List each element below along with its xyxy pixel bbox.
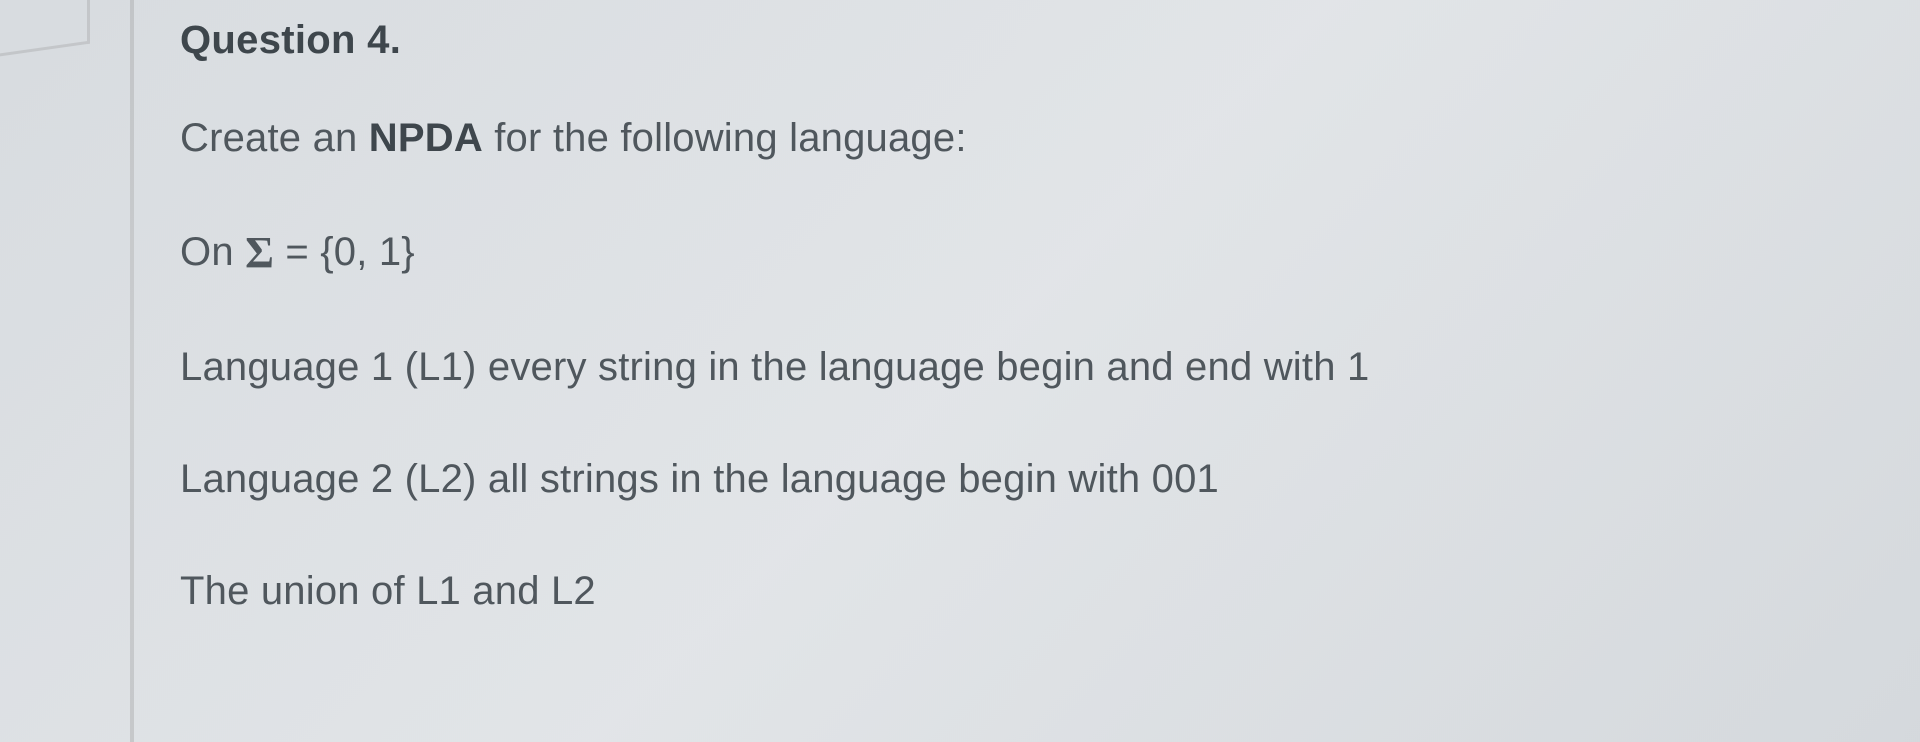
language-2-line: Language 2 (L2) all strings in the langu… <box>180 452 1800 506</box>
question-heading: Question 4. <box>180 18 1800 63</box>
sigma-symbol: Σ <box>245 223 274 282</box>
alphabet-equals: = {0, 1} <box>274 230 415 274</box>
intro-line: Create an NPDA for the following languag… <box>180 111 1800 165</box>
vertical-divider <box>130 0 134 742</box>
language-1-line: Language 1 (L1) every string in the lang… <box>180 340 1800 394</box>
intro-prefix: Create an <box>180 116 369 160</box>
alphabet-prefix: On <box>180 230 245 274</box>
alphabet-line: On Σ = {0, 1} <box>180 223 1800 282</box>
question-content: Question 4. Create an NPDA for the follo… <box>180 18 1800 618</box>
intro-npda: NPDA <box>369 116 483 160</box>
union-line: The union of L1 and L2 <box>180 564 1800 618</box>
page-corner-decoration <box>0 0 90 56</box>
intro-suffix: for the following language: <box>483 116 967 160</box>
